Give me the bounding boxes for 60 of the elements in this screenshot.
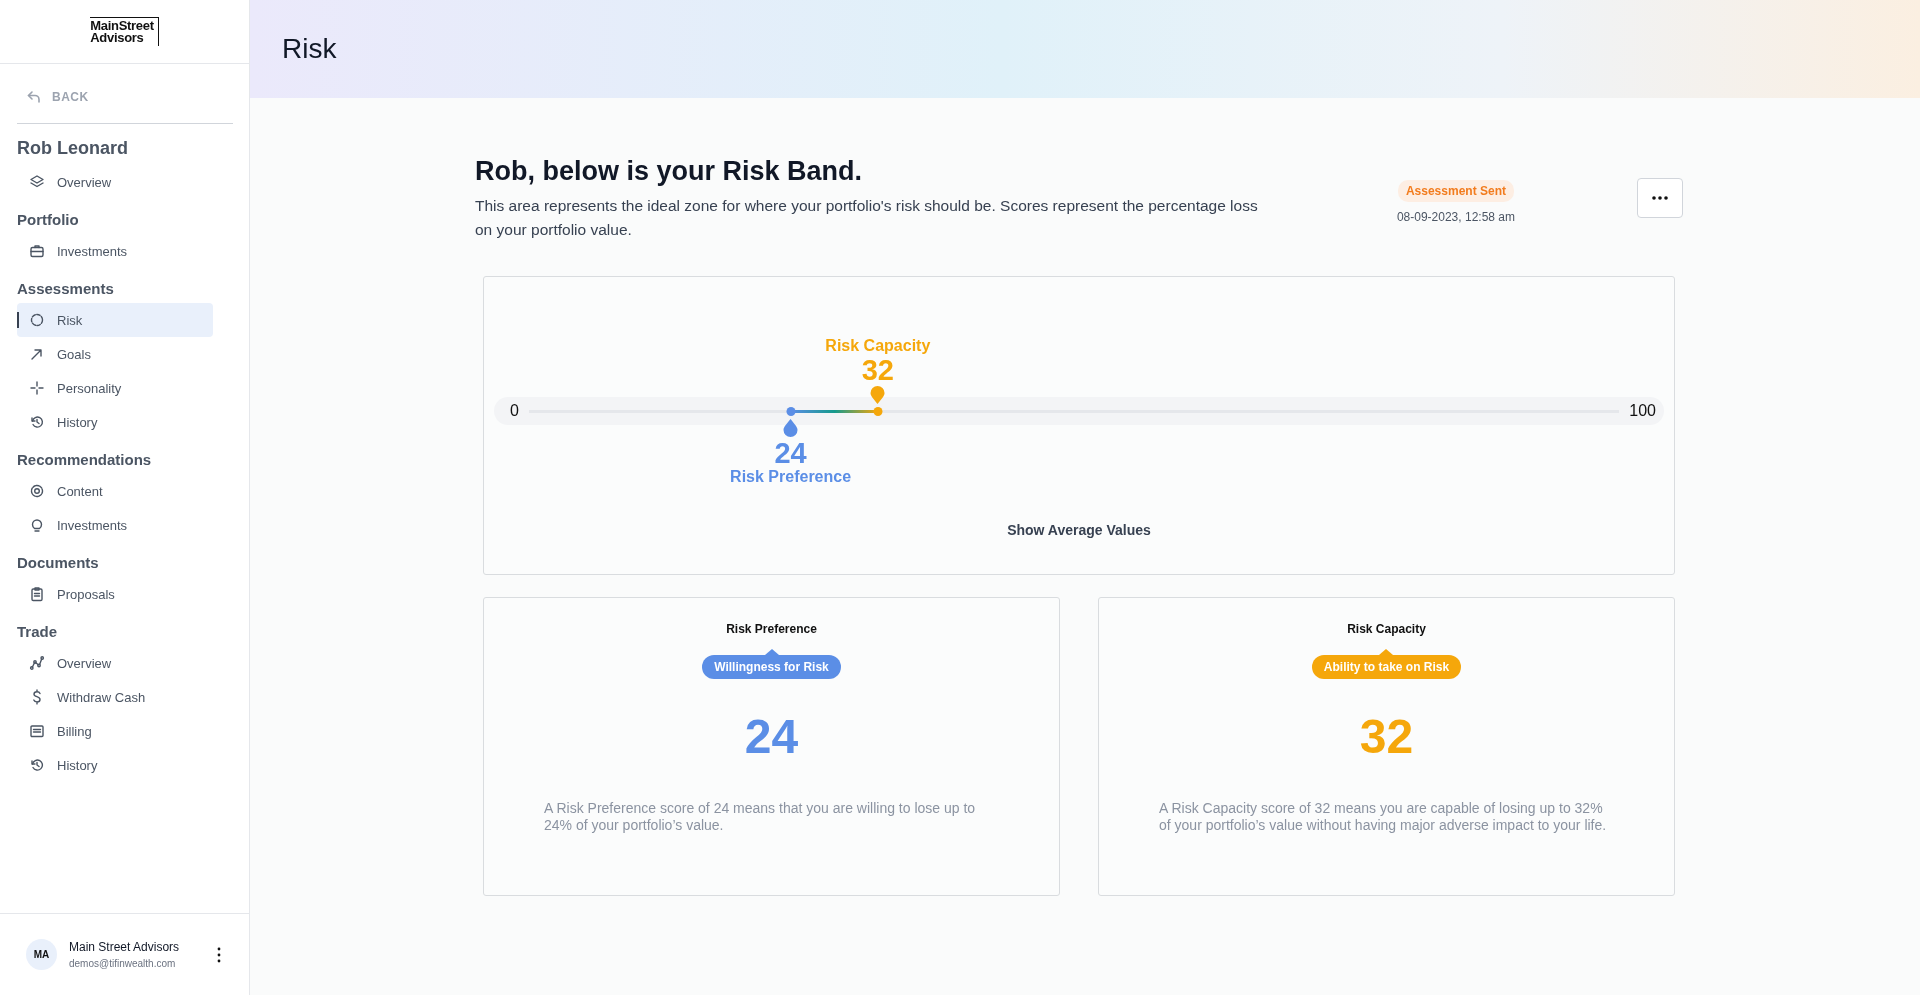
nav-item[interactable]: Billing bbox=[17, 714, 213, 748]
briefcase-icon bbox=[29, 243, 45, 259]
user-email: demos@tifinwealth.com bbox=[69, 958, 177, 969]
nav-item[interactable]: Overview bbox=[17, 165, 213, 199]
tag: Willingness for Risk bbox=[702, 655, 841, 679]
description: This area represents the ideal zone for where your portfolio's risk should be. Scores represent the percentage loss on your portfolio value. bbox=[475, 196, 1259, 240]
line-chart-icon bbox=[29, 655, 45, 671]
score-value: 32 bbox=[1359, 709, 1414, 764]
nav-item[interactable]: Risk bbox=[17, 303, 213, 337]
section-title: Documents bbox=[17, 554, 100, 571]
nav-item[interactable]: Investments bbox=[17, 508, 213, 542]
logo: MainStreet Advisors bbox=[90, 17, 159, 46]
target-icon bbox=[29, 483, 45, 499]
nav-item[interactable]: Content bbox=[17, 474, 213, 508]
section-title: Recommendations bbox=[17, 451, 153, 468]
card-description: A Risk Capacity score of 32 means you are capable of losing up to 32% of your portfolio’s value without having major adverse impact to your life. bbox=[1159, 800, 1608, 834]
more-icon bbox=[1652, 196, 1668, 200]
marker-label: Risk Capacity bbox=[825, 336, 931, 355]
min-label: 0 bbox=[510, 402, 519, 420]
receipt-icon bbox=[29, 723, 45, 739]
user-name: Main Street Advisors bbox=[69, 940, 181, 954]
lightbulb-icon bbox=[29, 517, 45, 533]
status-badge: Assessment Sent bbox=[1397, 180, 1514, 202]
back-arrow-icon bbox=[26, 89, 42, 105]
page-title: Risk bbox=[282, 33, 337, 65]
tag: Ability to take on Risk bbox=[1311, 655, 1462, 679]
score-value: 24 bbox=[744, 709, 799, 764]
nav-item[interactable]: History bbox=[17, 405, 213, 439]
nav-item[interactable]: Goals bbox=[17, 337, 213, 371]
avatar: MA bbox=[26, 939, 57, 970]
layers-icon bbox=[29, 174, 45, 190]
nav-item[interactable]: Investments bbox=[17, 234, 213, 268]
client-name: Rob Leonard bbox=[17, 138, 129, 159]
section-title: Trade bbox=[17, 623, 59, 640]
section-title: Assessments bbox=[17, 280, 115, 297]
marker-value: 32 bbox=[861, 354, 894, 385]
card-title: Risk Capacity bbox=[1347, 622, 1426, 636]
max-label: 100 bbox=[1629, 402, 1656, 420]
nav-item[interactable]: Personality bbox=[17, 371, 213, 405]
date: 08-09-2023, 12:58 am bbox=[1396, 210, 1515, 224]
nav-item[interactable]: Withdraw Cash bbox=[17, 680, 213, 714]
nav-item[interactable]: History bbox=[17, 748, 213, 782]
marker-value: 24 bbox=[774, 437, 807, 468]
crosshair-icon bbox=[29, 380, 45, 396]
pin-icon bbox=[782, 417, 799, 438]
section-title: Portfolio bbox=[17, 211, 80, 228]
card-title: Risk Preference bbox=[726, 622, 817, 636]
pin-icon bbox=[869, 384, 886, 405]
diagonal-arrow-icon bbox=[29, 346, 45, 362]
heading: Rob, below is your Risk Band. bbox=[475, 156, 864, 187]
marker-label: Risk Preference bbox=[730, 467, 852, 486]
show-average-button[interactable]: Show Average Values bbox=[1001, 521, 1157, 539]
more-icon[interactable] bbox=[215, 945, 223, 964]
history-icon bbox=[29, 757, 45, 773]
nav-item[interactable]: Overview bbox=[17, 646, 213, 680]
dashed-circle-icon bbox=[29, 312, 45, 328]
clipboard-icon bbox=[29, 586, 45, 602]
history-icon bbox=[29, 414, 45, 430]
card-description: A Risk Preference score of 24 means that you are willing to lose up to 24% of your portfolio’s value. bbox=[544, 800, 977, 834]
nav-item[interactable]: Proposals bbox=[17, 577, 213, 611]
